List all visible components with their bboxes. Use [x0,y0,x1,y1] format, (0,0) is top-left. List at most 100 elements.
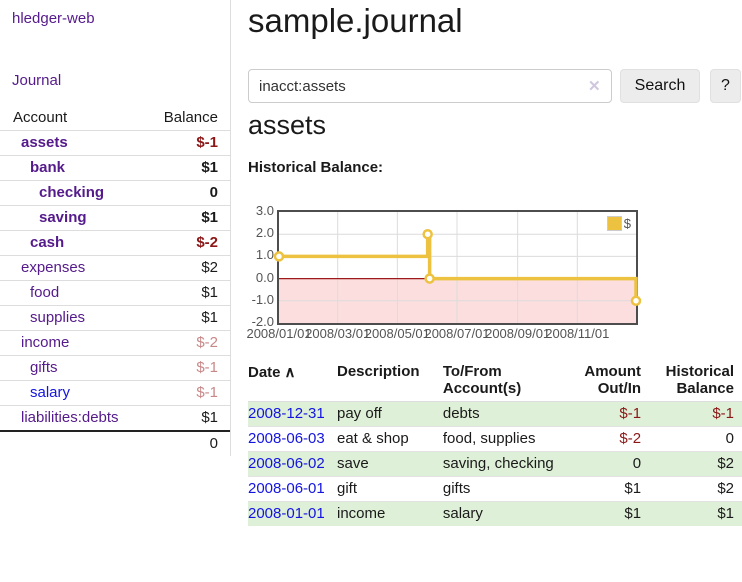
chart-legend: $ [605,215,633,232]
account-link[interactable]: salary [0,384,70,401]
account-link[interactable]: expenses [0,259,85,276]
transaction-description: save [337,452,443,477]
transaction-balance: $2 [643,477,742,502]
transaction-balance: $-1 [643,402,742,427]
y-axis-tick-label: 2.0 [248,225,274,240]
accounts-header: To/From Account(s) [443,360,570,402]
account-link[interactable]: cash [0,234,64,251]
transaction-amount: 0 [570,452,643,477]
y-axis-tick-label: 0.0 [248,270,274,285]
sidebar-account-row: supplies $1 [0,305,230,330]
transaction-date-link[interactable]: 2008-12-31 [248,405,325,422]
transaction-date-link[interactable]: 2008-06-02 [248,455,325,472]
register-row: 2008-01-01incomesalary$1$1 [248,502,742,527]
transaction-accounts: gifts [443,477,570,502]
transaction-balance: $2 [643,452,742,477]
transaction-description: eat & shop [337,427,443,452]
account-link[interactable]: supplies [0,309,85,326]
account-link[interactable]: saving [0,209,87,226]
account-link[interactable]: income [0,334,69,351]
transaction-balance: 0 [643,427,742,452]
sidebar-account-row: gifts $-1 [0,355,230,380]
account-link[interactable]: food [0,284,59,301]
register-table: Date∧ Description To/From Account(s) Amo… [248,360,742,526]
historical-balance-chart: 3.02.01.00.0-1.0-2.0 $ 2008/01/012008/03… [248,203,742,345]
transaction-description: gift [337,477,443,502]
sidebar-account-row: assets $-1 [0,130,230,155]
account-link[interactable]: checking [0,184,104,201]
historical-balance-label: Historical Balance: [248,159,383,176]
transaction-date-link[interactable]: 2008-01-01 [248,505,325,522]
sidebar-account-row: bank $1 [0,155,230,180]
date-header[interactable]: Date∧ [248,360,337,402]
account-balance: $1 [201,309,218,326]
account-link[interactable]: bank [0,159,65,176]
legend-label: $ [624,216,631,231]
amount-header: Amount Out/In [570,360,643,402]
x-axis-tick-label: 2008/05/01 [365,326,430,341]
y-axis-tick-label: -1.0 [248,292,274,307]
x-axis-tick-label: 2008/01/01 [246,326,311,341]
sort-ascending-icon: ∧ [285,364,296,381]
transaction-accounts: saving, checking [443,452,570,477]
x-axis-tick-label: 2008/09/01 [485,326,550,341]
transaction-description: pay off [337,402,443,427]
transaction-description: income [337,502,443,527]
x-axis-tick-label: 2008/11/01 [545,326,609,341]
clear-search-icon[interactable]: ✕ [588,77,601,95]
sidebar-account-row: salary $-1 [0,380,230,405]
account-column-header: Account [13,109,67,126]
register-row: 2008-06-03eat & shopfood, supplies$-20 [248,427,742,452]
account-link[interactable]: assets [0,134,68,151]
transaction-accounts: salary [443,502,570,527]
account-balance: $-2 [196,234,218,251]
y-axis-tick-label: 3.0 [248,203,274,218]
description-header: Description [337,360,443,402]
register-row: 2008-12-31pay offdebts$-1$-1 [248,402,742,427]
accounts-table-header: Account Balance [0,106,230,130]
accounts-table: Account Balance assets $-1 bank $1 checking 0… [0,106,230,456]
sidebar: hledger-web Journal Account Balance asse… [0,0,231,456]
app-brand-link[interactable]: hledger-web [12,10,230,27]
account-balance: $-1 [196,359,218,376]
balance-column-header: Balance [164,109,218,126]
transaction-amount: $1 [570,477,643,502]
sidebar-account-row: food $1 [0,280,230,305]
transaction-accounts: debts [443,402,570,427]
main-content: sample.journal ✕ Search ? assets Histori… [248,0,742,582]
search-form: ✕ Search ? [248,69,742,103]
register-row: 2008-06-02 savesaving, checking0$2 [248,452,742,477]
account-balance: $-1 [196,134,218,151]
search-input[interactable] [248,69,612,103]
account-balance: $1 [201,209,218,226]
transaction-date-link[interactable]: 2008-06-03 [248,430,325,447]
sidebar-account-row: checking 0 [0,180,230,205]
transaction-amount: $1 [570,502,643,527]
sidebar-account-row: income$-2 [0,330,230,355]
account-link[interactable]: liabilities:debts [0,409,119,426]
transaction-amount: $-1 [570,402,643,427]
balance-header: Historical Balance [643,360,742,402]
accounts-total: 0 [0,430,230,456]
account-balance: $1 [201,284,218,301]
transaction-amount: $-2 [570,427,643,452]
account-balance: $1 [201,159,218,176]
sidebar-account-row: expenses$2 [0,255,230,280]
register-row: 2008-06-01 giftgifts$1$2 [248,477,742,502]
search-button[interactable]: Search [620,69,700,103]
help-button[interactable]: ? [710,69,741,103]
account-balance: $-1 [196,384,218,401]
page-title: sample.journal [248,2,463,40]
legend-swatch-icon [607,216,622,231]
account-balance: 0 [210,184,218,201]
account-heading: assets [248,110,326,141]
transaction-date-link[interactable]: 2008-06-01 [248,480,325,497]
chart-plot-area: $ [277,210,638,325]
journal-link[interactable]: Journal [12,72,230,89]
sidebar-account-row: saving $1 [0,205,230,230]
sidebar-account-row: liabilities:debts$1 [0,405,230,430]
sidebar-account-row: cash $-2 [0,230,230,255]
account-link[interactable]: gifts [0,359,58,376]
register-header-row: Date∧ Description To/From Account(s) Amo… [248,360,742,402]
x-axis-tick-label: 2008/07/01 [424,326,489,341]
